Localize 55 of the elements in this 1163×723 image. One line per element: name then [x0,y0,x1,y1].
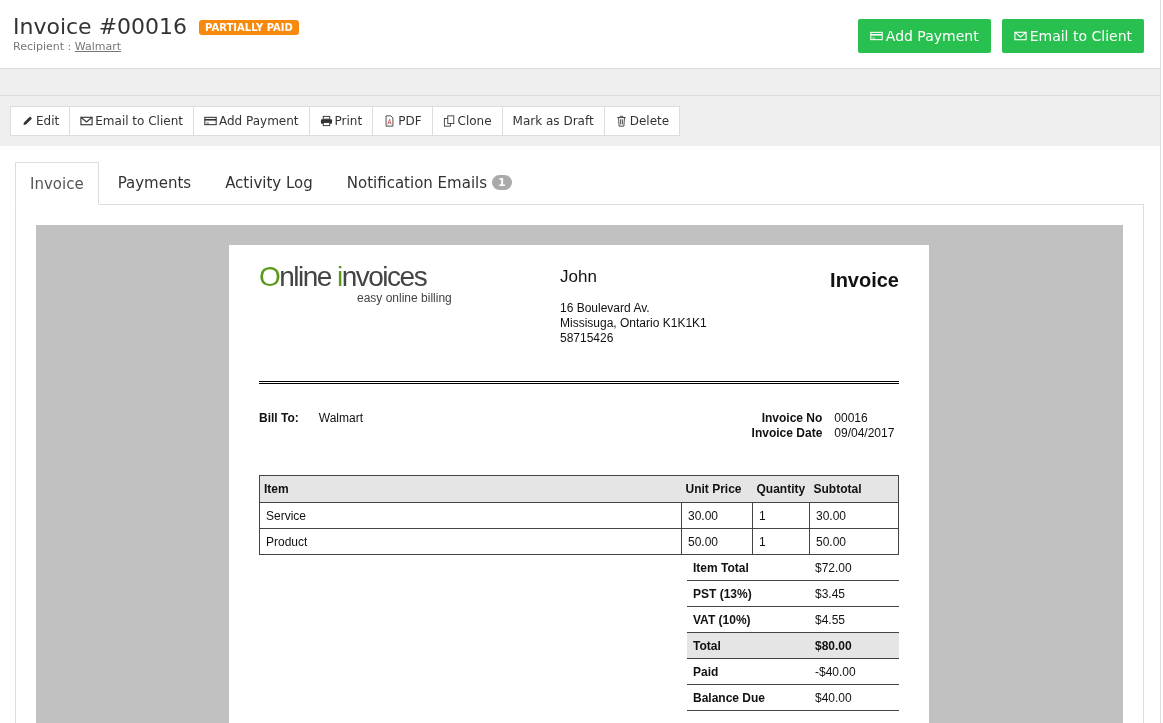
sender-address-line: 16 Boulevard Av. [560,301,651,316]
copy-icon [442,115,456,127]
total-label: Balance Due [687,684,809,711]
total-label: Total [687,632,809,659]
total-value: $3.45 [809,580,899,607]
tab[interactable]: Payments [102,161,207,204]
column-header: Subtotal [809,475,899,503]
total-label: PST (13%) [687,580,809,607]
tab[interactable]: Notification Emails 1 [331,161,527,204]
meta-value: 00016 [834,411,869,425]
total-label: Paid [687,658,809,685]
sender-address-line: Missisuga, Ontario K1K1K1 [560,316,708,331]
meta-value: 09/04/2017 [834,426,896,440]
recipient-link[interactable]: Walmart [74,40,122,53]
pencil-icon [21,115,34,127]
envelope-icon [80,115,94,127]
total-label: Item Total [687,555,809,581]
column-header: Quantity [752,475,810,503]
column-header: Unit Price [681,475,753,503]
meta-label: Invoice Date [750,426,823,440]
table-cell: 30.00 [809,502,899,529]
invoice-title: Invoice #00016 [13,14,188,40]
column-header: Item [259,475,682,503]
logo-wordmark: Online invoices [259,263,428,291]
total-value: $80.00 [809,632,899,659]
total-label: VAT (10%) [687,606,809,633]
envelope-icon [1013,30,1027,42]
credit-card-icon [203,115,217,127]
bill-to-label: Bill To: [259,411,299,427]
pdf-file-icon [383,115,397,127]
table-cell: Product [259,528,682,555]
printer-icon [319,115,333,127]
total-value: $40.00 [809,684,899,711]
credit-card-icon [869,30,883,42]
table-cell: 50.00 [681,528,753,555]
status-badge: PARTIALLY PAID [199,19,299,35]
total-value: -$40.00 [809,658,899,685]
trash-icon [614,115,628,127]
table-cell: 50.00 [809,528,899,555]
logo-tagline: easy online billing [357,291,453,305]
total-value: $4.55 [809,606,899,633]
recipient-label: Recipient : [13,40,72,53]
table-cell: 1 [752,502,810,529]
total-value: $72.00 [809,555,899,581]
bill-to-name: Walmart [318,411,363,427]
table-cell: 30.00 [681,502,753,529]
document-title: Invoice [829,269,899,293]
sender-address-line: 58715426 [560,331,615,346]
meta-label: Invoice No [760,411,823,425]
table-cell: Service [259,502,682,529]
tab[interactable]: Invoice [15,162,99,205]
sender-name: John [560,267,598,287]
count-badge: 1 [492,175,512,190]
table-cell: 1 [752,528,810,555]
tab[interactable]: Activity Log [210,161,328,204]
